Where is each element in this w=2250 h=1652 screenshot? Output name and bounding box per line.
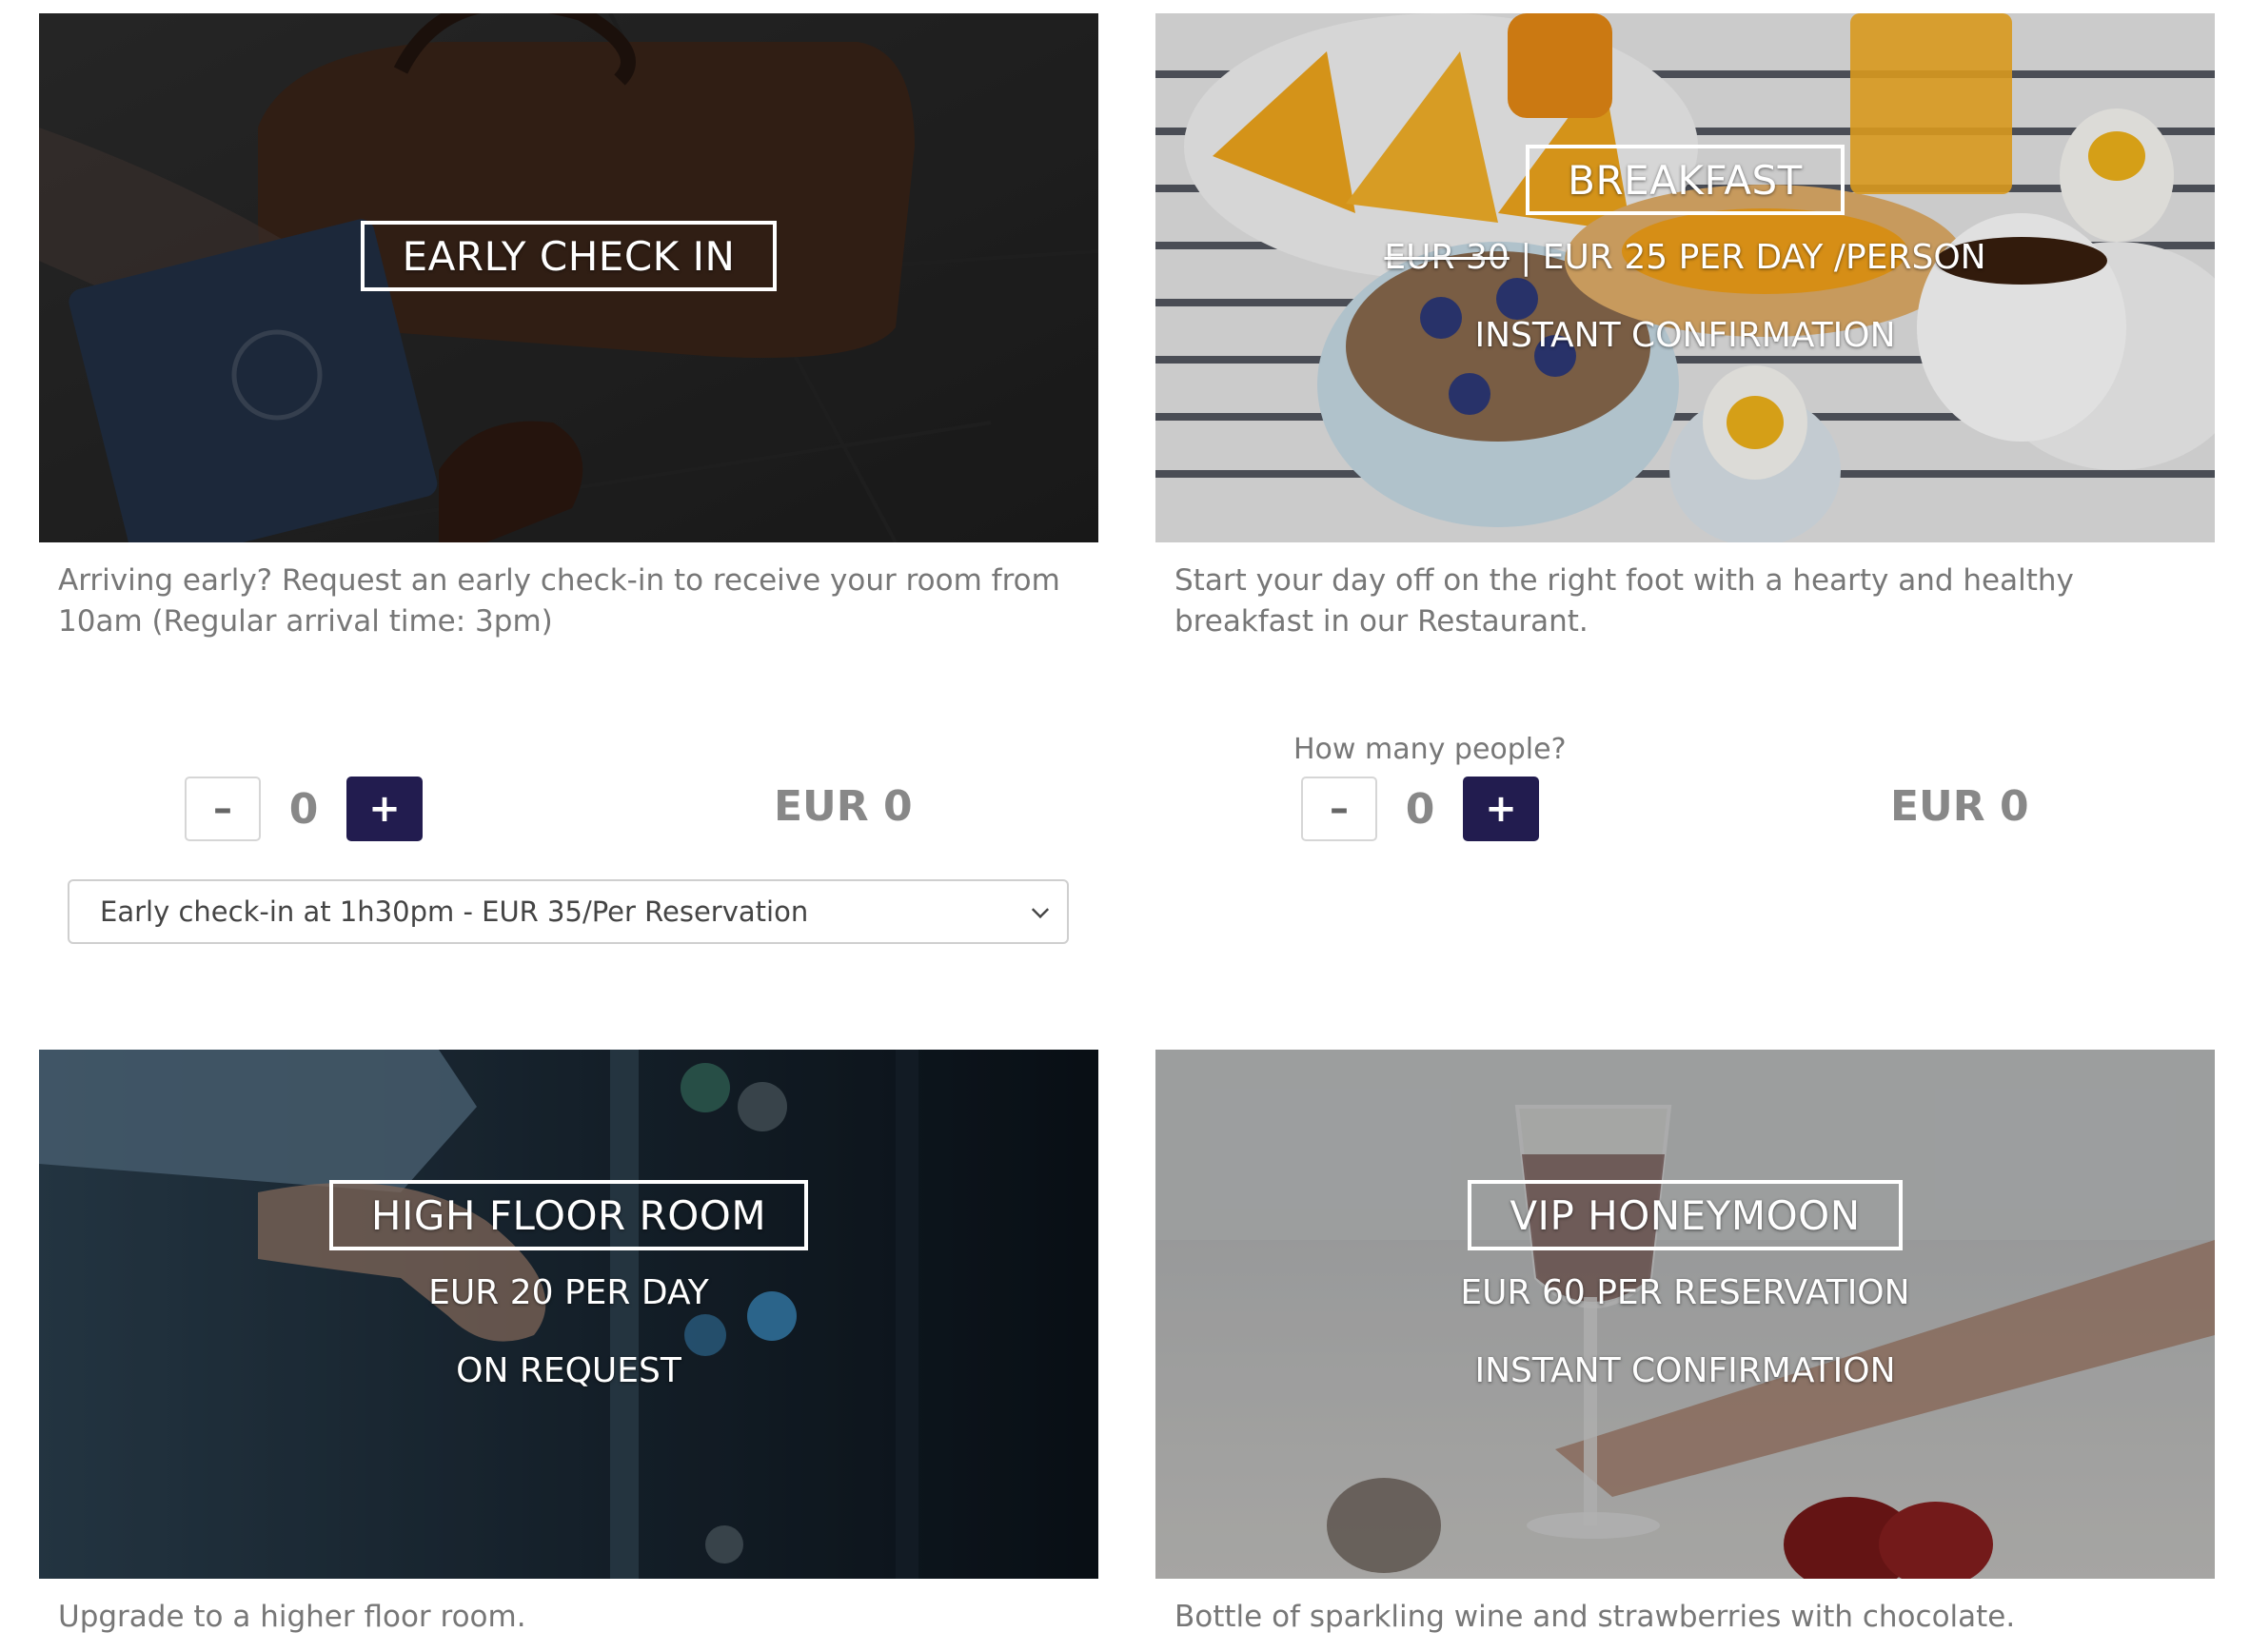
addon-card-early-check-in: EARLY CHECK IN Arriving early? Request a…	[39, 13, 1098, 965]
early-check-in-quantity: 0	[288, 784, 319, 834]
early-check-in-image: EARLY CHECK IN	[39, 13, 1098, 542]
high-floor-room-description: Upgrade to a higher floor room.	[58, 1600, 526, 1634]
breakfast-minus-button[interactable]: –	[1301, 777, 1377, 841]
chevron-down-icon	[1031, 900, 1050, 919]
breakfast-quantity: 0	[1405, 784, 1435, 834]
vip-honeymoon-overlay: VIP HONEYMOON EUR 60 PER RESERVATION INS…	[1155, 1180, 2215, 1395]
high-floor-room-confirmation: ON REQUEST	[456, 1351, 681, 1390]
early-check-in-quantity-stepper: – 0 +	[185, 777, 423, 841]
breakfast-image: BREAKFAST EUR 30 | EUR 25 PER DAY /PERSO…	[1155, 13, 2215, 542]
early-check-in-description: Arriving early? Request an early check-i…	[58, 563, 1060, 639]
early-check-in-title: EARLY CHECK IN	[360, 221, 778, 291]
addon-card-vip-honeymoon: VIP HONEYMOON EUR 60 PER RESERVATION INS…	[1155, 1050, 2215, 1649]
high-floor-room-image: HIGH FLOOR ROOM EUR 20 PER DAY ON REQUES…	[39, 1050, 1098, 1579]
high-floor-room-price-line: EUR 20 PER DAY	[428, 1273, 709, 1312]
breakfast-old-price: EUR 30	[1384, 238, 1510, 277]
breakfast-quantity-label: How many people?	[1293, 733, 1567, 766]
breakfast-total-price: EUR 0	[1890, 782, 2029, 831]
early-check-in-plus-button[interactable]: +	[346, 777, 423, 841]
early-check-in-overlay: EARLY CHECK IN	[39, 221, 1098, 291]
high-floor-room-overlay: HIGH FLOOR ROOM EUR 20 PER DAY ON REQUES…	[39, 1180, 1098, 1395]
vip-honeymoon-image: VIP HONEYMOON EUR 60 PER RESERVATION INS…	[1155, 1050, 2215, 1579]
vip-honeymoon-title: VIP HONEYMOON	[1468, 1180, 1903, 1250]
breakfast-overlay: BREAKFAST EUR 30 | EUR 25 PER DAY /PERSO…	[1155, 145, 2215, 360]
breakfast-description: Start your day off on the right foot wit…	[1174, 563, 2074, 639]
early-check-in-time-select[interactable]: Early check-in at 1h30pm - EUR 35/Per Re…	[68, 879, 1069, 944]
breakfast-title: BREAKFAST	[1526, 145, 1845, 215]
vip-honeymoon-confirmation: INSTANT CONFIRMATION	[1474, 1351, 1896, 1390]
breakfast-new-price: EUR 25 PER DAY /PERSON	[1542, 238, 1986, 277]
vip-honeymoon-description: Bottle of sparkling wine and strawberrie…	[1174, 1600, 2016, 1634]
breakfast-price-separator: |	[1509, 238, 1543, 277]
breakfast-confirmation: INSTANT CONFIRMATION	[1474, 316, 1896, 355]
high-floor-room-title: HIGH FLOOR ROOM	[328, 1180, 809, 1250]
breakfast-plus-button[interactable]: +	[1463, 777, 1539, 841]
early-check-in-select-value: Early check-in at 1h30pm - EUR 35/Per Re…	[100, 895, 809, 928]
early-check-in-minus-button[interactable]: –	[185, 777, 261, 841]
addon-card-high-floor-room: HIGH FLOOR ROOM EUR 20 PER DAY ON REQUES…	[39, 1050, 1098, 1649]
early-check-in-total-price: EUR 0	[774, 782, 913, 831]
vip-honeymoon-price-line: EUR 60 PER RESERVATION	[1460, 1273, 1910, 1312]
breakfast-quantity-stepper: – 0 +	[1301, 777, 1539, 841]
breakfast-price-line: EUR 30 | EUR 25 PER DAY /PERSON	[1384, 234, 1985, 282]
addon-card-breakfast: BREAKFAST EUR 30 | EUR 25 PER DAY /PERSO…	[1155, 13, 2215, 870]
